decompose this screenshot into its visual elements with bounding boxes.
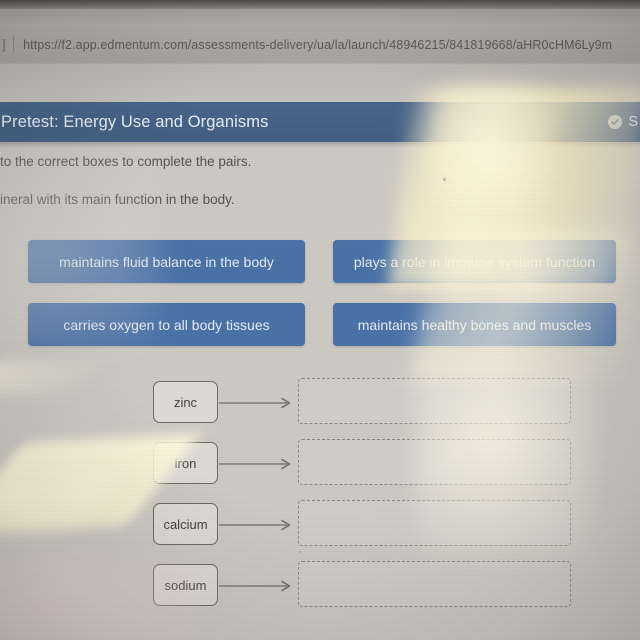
draggable-tile[interactable]: carries oxygen to all body tissues [28,303,305,346]
tile-row: carries oxygen to all body tissues maint… [0,303,640,366]
arrow-right-icon [219,580,297,592]
browser-tabstrip [0,9,640,27]
header-shadow [0,142,640,148]
dropzone[interactable] [298,378,571,424]
url-text[interactable]: https://f2.app.edmentum.com/assessments-… [23,38,612,52]
draggable-tiles: maintains fluid balance in the body play… [0,240,640,366]
page-top-area [0,66,640,102]
header-actions[interactable]: S [608,102,638,142]
pair-row: sodium [0,561,640,622]
assessment-header-bar: Pretest: Energy Use and Organisms S [0,102,640,142]
check-circle-icon [608,115,623,129]
dropzone[interactable] [298,500,571,546]
url-prefix-clipped-glyph: ] [2,37,7,52]
arrow-right-icon [219,397,297,409]
page-title: Pretest: Energy Use and Organisms [1,112,269,131]
browser-url-bar[interactable]: ] https://f2.app.edmentum.com/assessment… [0,27,640,62]
arrow-right-icon [219,519,297,531]
pair-row: calcium [0,500,640,561]
submit-label-clipped[interactable]: S [628,114,638,130]
tile-row: maintains fluid balance in the body play… [0,240,640,303]
photographed-screen: ] https://f2.app.edmentum.com/assessment… [0,0,640,640]
dropzone[interactable] [298,561,571,607]
pair-row: zinc [0,378,640,439]
instruction-line-1: to the correct boxes to complete the pai… [0,154,252,169]
draggable-tile[interactable]: maintains healthy bones and muscles [333,303,616,346]
mineral-label-box: calcium [153,503,218,545]
draggable-tile[interactable]: plays a role in immune system function [333,240,616,283]
mineral-label-box: zinc [153,381,218,423]
pair-rows: zinc iron calcium sodium [0,378,640,622]
mineral-label-box: iron [153,442,218,484]
draggable-tile[interactable]: maintains fluid balance in the body [28,240,305,283]
pair-row: iron [0,439,640,500]
instruction-line-2: ineral with its main function in the bod… [0,192,235,207]
arrow-right-icon [219,458,297,470]
monitor-bezel-top [0,0,640,9]
mineral-label-box: sodium [153,564,218,606]
url-divider [13,36,15,53]
instructions: to the correct boxes to complete the pai… [0,150,640,207]
dropzone[interactable] [298,439,571,485]
